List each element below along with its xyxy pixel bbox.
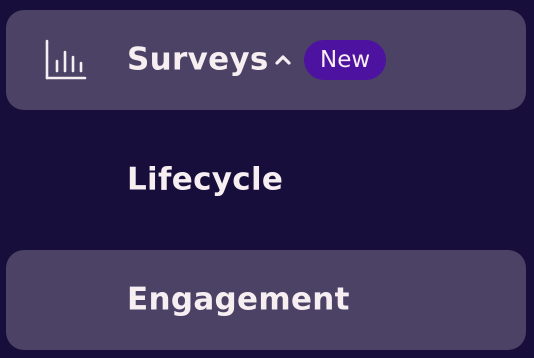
chevron-up-icon[interactable] (271, 48, 295, 72)
sidebar-item-label: Engagement (127, 281, 350, 318)
sidebar-item-surveys[interactable]: Surveys New (6, 10, 526, 110)
sidebar-nav: Surveys New Lifecycle Engagement (0, 0, 534, 358)
sidebar-item-engagement[interactable]: Engagement (6, 250, 526, 350)
sidebar-item-lifecycle[interactable]: Lifecycle (6, 130, 526, 230)
new-badge: New (304, 40, 387, 80)
sidebar-item-label: Surveys (127, 41, 269, 78)
sidebar-item-label: Lifecycle (127, 161, 284, 198)
bar-chart-icon (44, 38, 88, 82)
